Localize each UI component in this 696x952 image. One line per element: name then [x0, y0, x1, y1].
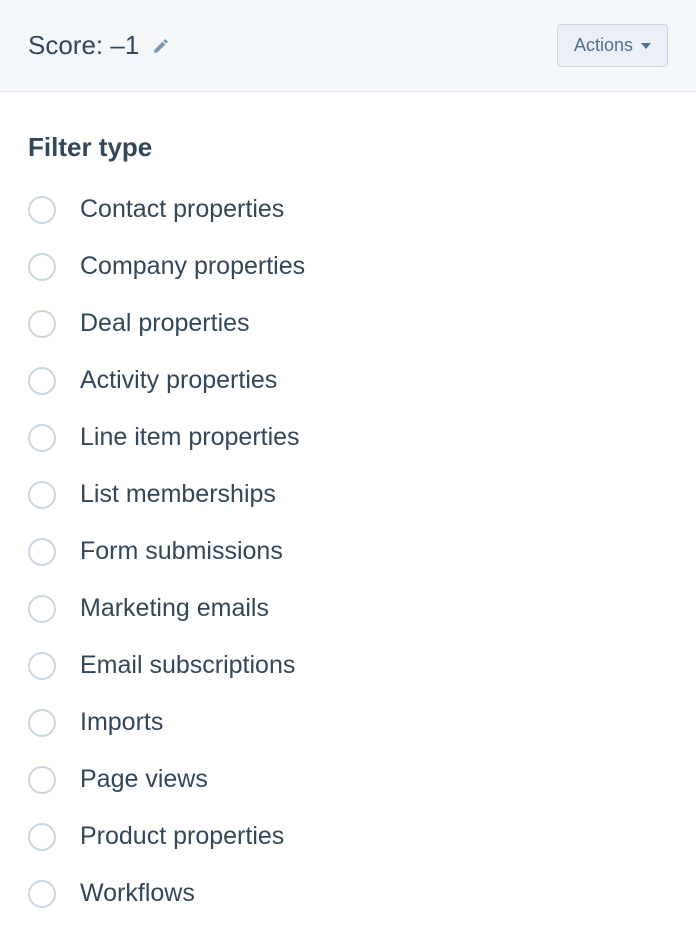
- radio-icon: [28, 652, 56, 680]
- filter-item-deal-properties[interactable]: Deal properties: [28, 309, 668, 338]
- radio-icon: [28, 253, 56, 281]
- filter-list: Contact properties Company properties De…: [28, 195, 668, 908]
- filter-label: Contact properties: [80, 195, 284, 224]
- filter-item-page-views[interactable]: Page views: [28, 765, 668, 794]
- filter-label: Line item properties: [80, 423, 300, 452]
- filter-item-email-subscriptions[interactable]: Email subscriptions: [28, 651, 668, 680]
- radio-icon: [28, 481, 56, 509]
- edit-icon[interactable]: [151, 36, 171, 56]
- filter-label: Page views: [80, 765, 208, 794]
- radio-icon: [28, 709, 56, 737]
- filter-label: Workflows: [80, 879, 195, 908]
- filter-item-activity-properties[interactable]: Activity properties: [28, 366, 668, 395]
- radio-icon: [28, 823, 56, 851]
- filter-item-form-submissions[interactable]: Form submissions: [28, 537, 668, 566]
- caret-down-icon: [641, 43, 651, 49]
- filter-item-contact-properties[interactable]: Contact properties: [28, 195, 668, 224]
- filter-label: Product properties: [80, 822, 284, 851]
- radio-icon: [28, 538, 56, 566]
- radio-icon: [28, 424, 56, 452]
- filter-item-marketing-emails[interactable]: Marketing emails: [28, 594, 668, 623]
- actions-button-label: Actions: [574, 35, 633, 56]
- score-wrapper: Score: –1: [28, 30, 171, 61]
- filter-item-imports[interactable]: Imports: [28, 708, 668, 737]
- filter-label: Email subscriptions: [80, 651, 295, 680]
- filter-item-product-properties[interactable]: Product properties: [28, 822, 668, 851]
- filter-label: Imports: [80, 708, 163, 737]
- content-area: Filter type Contact properties Company p…: [0, 92, 696, 908]
- score-label: Score: –1: [28, 30, 139, 61]
- filter-item-list-memberships[interactable]: List memberships: [28, 480, 668, 509]
- radio-icon: [28, 880, 56, 908]
- radio-icon: [28, 595, 56, 623]
- filter-item-workflows[interactable]: Workflows: [28, 879, 668, 908]
- header-bar: Score: –1 Actions: [0, 0, 696, 92]
- radio-icon: [28, 310, 56, 338]
- radio-icon: [28, 766, 56, 794]
- actions-button[interactable]: Actions: [557, 24, 668, 67]
- filter-item-line-item-properties[interactable]: Line item properties: [28, 423, 668, 452]
- filter-label: Company properties: [80, 252, 305, 281]
- filter-type-heading: Filter type: [28, 132, 668, 163]
- radio-icon: [28, 367, 56, 395]
- filter-item-company-properties[interactable]: Company properties: [28, 252, 668, 281]
- filter-label: Deal properties: [80, 309, 250, 338]
- filter-label: Activity properties: [80, 366, 277, 395]
- filter-label: List memberships: [80, 480, 276, 509]
- radio-icon: [28, 196, 56, 224]
- filter-label: Form submissions: [80, 537, 283, 566]
- filter-label: Marketing emails: [80, 594, 269, 623]
